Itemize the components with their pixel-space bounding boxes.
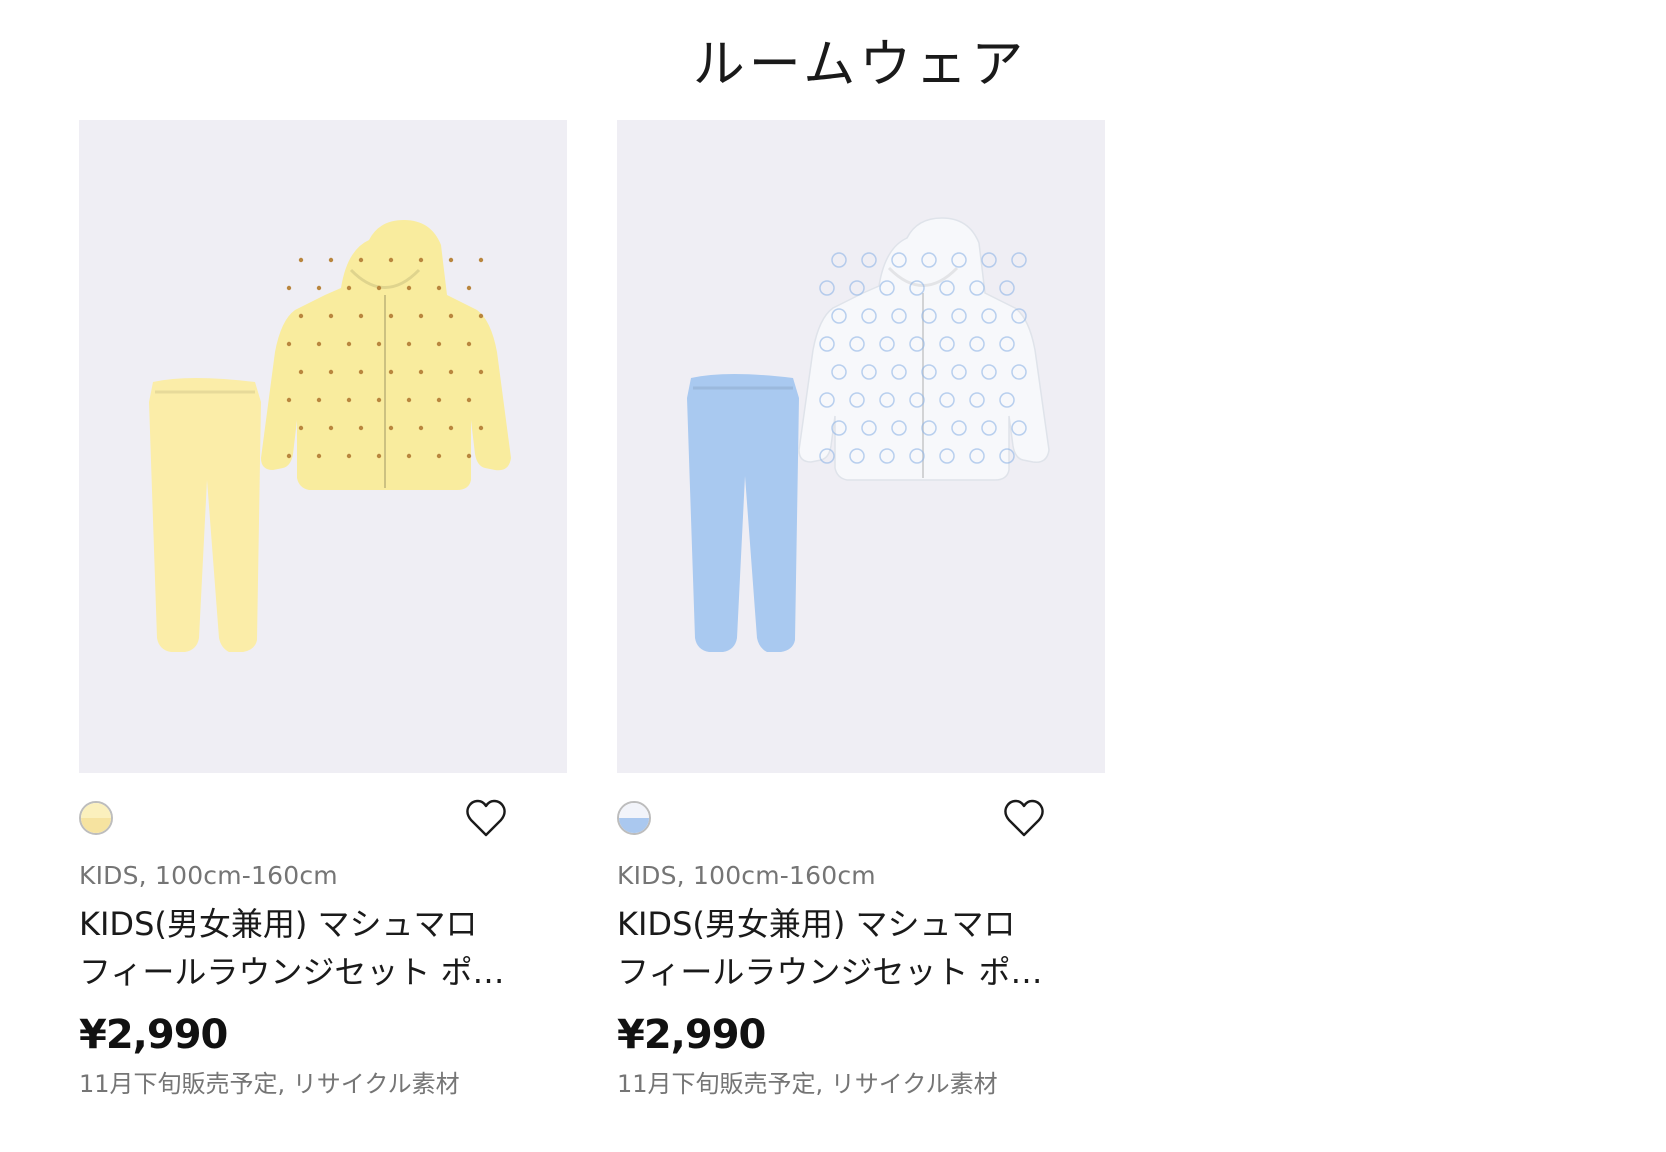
product-price: ¥2,990 (79, 1012, 228, 1058)
print-mark (388, 369, 394, 375)
print-mark (1011, 252, 1027, 268)
print-mark (346, 341, 352, 347)
print-mark (286, 397, 292, 403)
print-mark (436, 341, 442, 347)
print-mark (358, 425, 364, 431)
section-title: ルームウェア (692, 35, 1028, 95)
print-mark (358, 313, 364, 319)
print-mark (861, 252, 877, 268)
pants-shape (687, 374, 799, 652)
print-mark (388, 313, 394, 319)
print-mark (388, 425, 394, 431)
print-mark (328, 369, 334, 375)
print-mark (831, 252, 847, 268)
print-mark (448, 313, 454, 319)
loungeset-illustration (149, 220, 511, 652)
product-notes: 11月下旬販売予定, リサイクル素材 (79, 1070, 460, 1098)
product-meta: KIDS, 100cm-160cm (79, 861, 338, 890)
print-mark (448, 425, 454, 431)
print-mark (298, 257, 304, 263)
print-mark (328, 257, 334, 263)
print-mark (346, 397, 352, 403)
print-mark (286, 341, 292, 347)
product-price: ¥2,990 (617, 1012, 766, 1058)
print-mark (316, 285, 322, 291)
print-mark (436, 397, 442, 403)
print-mark (376, 453, 382, 459)
print-mark (286, 453, 292, 459)
print-mark (406, 285, 412, 291)
print-mark (346, 285, 352, 291)
print-mark (346, 453, 352, 459)
product-card[interactable]: KIDS, 100cm-160cm KIDS(男女兼用) マシュマロフィールラウ… (79, 120, 567, 1099)
print-mark (406, 341, 412, 347)
print-mark (328, 313, 334, 319)
print-mark (406, 453, 412, 459)
print-mark (376, 285, 382, 291)
print-mark (298, 313, 304, 319)
print-mark (376, 397, 382, 403)
print-mark (418, 369, 424, 375)
print-mark (328, 425, 334, 431)
color-swatch[interactable] (617, 801, 651, 835)
print-mark (466, 285, 472, 291)
print-mark (466, 341, 472, 347)
print-mark (448, 369, 454, 375)
heart-outline-icon[interactable] (465, 799, 507, 839)
hoodie-shape (261, 220, 511, 490)
print-mark (298, 425, 304, 431)
swatch-row (79, 799, 567, 839)
product-meta: KIDS, 100cm-160cm (617, 861, 876, 890)
print-mark (478, 313, 484, 319)
print-mark (436, 285, 442, 291)
product-image[interactable] (617, 120, 1105, 773)
product-name[interactable]: KIDS(男女兼用) マシュマロフィールラウンジセット ポ… (79, 900, 509, 996)
pants-shape (149, 378, 261, 652)
product-grid: KIDS, 100cm-160cm KIDS(男女兼用) マシュマロフィールラウ… (79, 120, 1105, 1099)
print-mark (466, 397, 472, 403)
print-mark (819, 280, 835, 296)
print-mark (376, 341, 382, 347)
print-mark (418, 257, 424, 263)
swatch-row (617, 799, 1105, 839)
print-mark (478, 257, 484, 263)
print-mark (418, 425, 424, 431)
product-card[interactable]: KIDS, 100cm-160cm KIDS(男女兼用) マシュマロフィールラウ… (617, 120, 1105, 1099)
color-swatch[interactable] (79, 801, 113, 835)
print-mark (478, 369, 484, 375)
print-mark (406, 397, 412, 403)
print-mark (358, 257, 364, 263)
print-mark (358, 369, 364, 375)
loungeset-illustration (687, 217, 1050, 652)
print-mark (466, 453, 472, 459)
print-mark (999, 280, 1015, 296)
heart-outline-icon[interactable] (1003, 799, 1045, 839)
print-mark (316, 397, 322, 403)
print-mark (388, 257, 394, 263)
print-mark (849, 280, 865, 296)
print-mark (436, 453, 442, 459)
product-image[interactable] (79, 120, 567, 773)
print-mark (448, 257, 454, 263)
print-mark (478, 425, 484, 431)
print-mark (418, 313, 424, 319)
product-name[interactable]: KIDS(男女兼用) マシュマロフィールラウンジセット ポ… (617, 900, 1047, 996)
print-mark (316, 453, 322, 459)
product-notes: 11月下旬販売予定, リサイクル素材 (617, 1070, 998, 1098)
print-mark (286, 285, 292, 291)
print-mark (981, 252, 997, 268)
print-mark (316, 341, 322, 347)
print-mark (298, 369, 304, 375)
